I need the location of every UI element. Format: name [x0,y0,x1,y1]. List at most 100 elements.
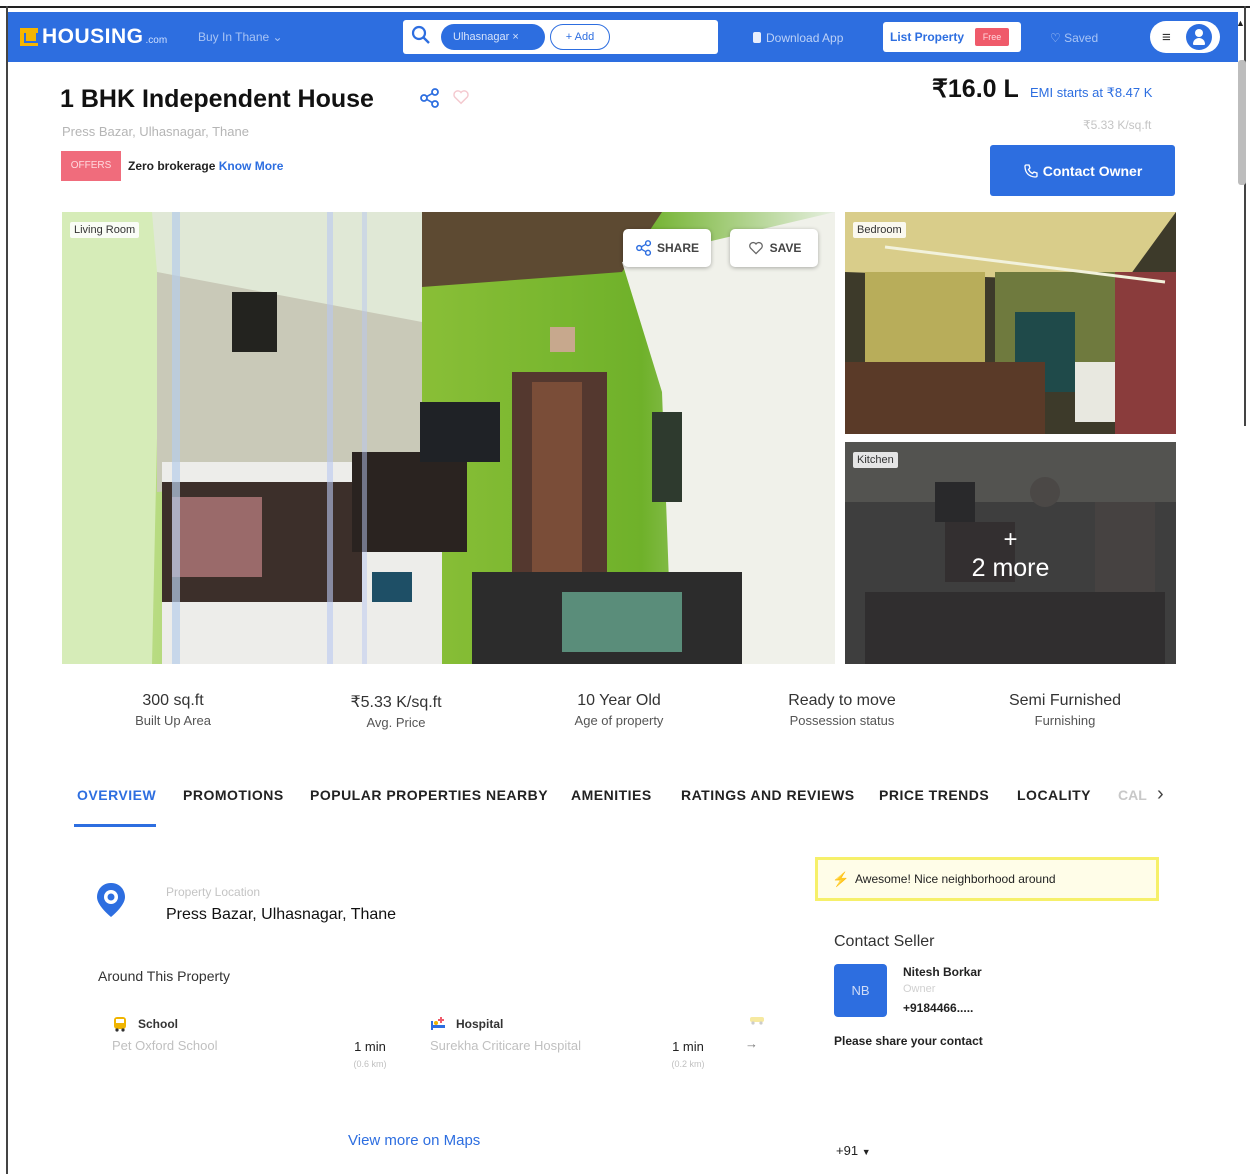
stat-value: ₹5.33 K/sq.ft [350,694,442,711]
tab-promotions[interactable]: PROMOTIONS [183,787,284,803]
hamburger-menu-icon[interactable]: ≡ [1162,29,1171,46]
stat-label: Built Up Area [135,713,211,728]
stat-built-up-area: 300 sq.ft Built Up Area [63,692,283,728]
offers-badge: OFFERS [61,151,121,181]
tab-amenities[interactable]: AMENITIES [571,787,652,803]
view-more-on-maps-link[interactable]: View more on Maps [348,1132,480,1149]
stat-value: 10 Year Old [577,692,661,709]
logo-text: HOUSING [42,25,144,48]
save-photo-label: SAVE [769,241,802,255]
hospital-bed-icon [431,1017,445,1030]
user-avatar-icon[interactable] [1186,24,1212,50]
emi-info[interactable]: EMI starts at ₹8.47 K [1030,85,1152,101]
buy-in-city-dropdown[interactable]: Buy In Thane ⌄ [198,30,283,44]
next-places-arrow-icon[interactable]: → [745,1036,758,1051]
country-code-select[interactable]: +91 ▼ [836,1143,871,1158]
stat-age-of-property: 10 Year Old Age of property [509,692,729,728]
saved-label: Saved [1064,31,1099,45]
property-sublocation: Press Bazar, Ulhasnagar, Thane [62,124,249,139]
living-room-label: Living Room [70,222,140,238]
property-price: ₹16.0 L [932,75,1019,103]
contact-owner-button[interactable]: Contact Owner [990,145,1175,196]
more-photos-overlay[interactable]: + 2 more [845,442,1176,664]
property-location-label: Property Location [166,885,261,899]
kitchen-label: Kitchen [853,452,898,468]
location-pin-icon [97,883,125,917]
neighborhood-text: Awesome! Nice neighborhood around [855,872,1056,886]
list-property-button[interactable]: List Property Free [883,22,1021,52]
tab-locality[interactable]: LOCALITY [1017,787,1091,803]
place-name: Surekha Criticare Hospital [430,1038,582,1053]
more-photos-count: 2 more [971,554,1050,582]
city-chip[interactable]: Ulhasnagar × [441,24,545,50]
side-photo-bedroom[interactable]: Bedroom [845,212,1176,434]
stat-value: 300 sq.ft [142,692,204,709]
main-photo-living-room[interactable]: Living Room SHARE SAVE [62,212,835,664]
share-contact-prompt: Please share your contact [834,1034,983,1048]
offers-text: Zero brokerage Know More [128,159,283,173]
logo-house-icon [20,28,38,46]
saved-link[interactable]: ♡ Saved [1050,31,1098,45]
phone-device-icon [753,32,761,43]
search-icon[interactable] [411,25,431,45]
list-property-label: List Property [890,30,965,44]
place-category-label: School [138,1017,179,1031]
property-location-value: Press Bazar, Ulhasnagar, Thane [166,906,397,923]
stat-possession-status: Ready to move Possession status [732,692,952,728]
zero-brokerage-text: Zero brokerage [128,159,216,173]
seller-name: Nitesh Borkar [903,965,982,979]
bedroom-label: Bedroom [853,222,906,238]
seller-phone: +9184466..... [903,1001,974,1015]
place-category-hospital: Hospital [430,1016,503,1032]
share-icon[interactable] [420,88,440,108]
school-bus-icon [114,1017,126,1032]
stat-label: Avg. Price [366,715,426,730]
phone-icon [1024,163,1038,178]
share-icon [636,240,652,256]
chevron-right-icon[interactable]: › [1157,783,1164,806]
search-bar[interactable]: Ulhasnagar × + Add [403,20,718,54]
stat-avg-price: ₹5.33 K/sq.ft Avg. Price [286,692,506,730]
stat-label: Age of property [574,713,664,728]
heart-icon: ♡ [1050,31,1065,45]
city-chip-label: Ulhasnagar [453,31,510,43]
place-distance: (0.6 km) [353,1059,387,1069]
place-category-school: School [112,1016,178,1032]
save-photo-button[interactable]: SAVE [730,229,818,267]
tab-price-trends[interactable]: PRICE TRENDS [879,787,989,803]
bedroom-photo [845,212,1176,434]
favorite-heart-icon[interactable] [452,88,470,106]
contact-seller-heading: Contact Seller [834,933,935,950]
stat-furnishing: Semi Furnished Furnishing [955,692,1175,728]
account-menu-button[interactable]: ≡ [1150,21,1220,53]
add-location-chip[interactable]: + Add [550,24,610,50]
around-this-property-heading: Around This Property [98,968,231,984]
download-app-link[interactable]: Download App [753,31,843,45]
download-app-label: Download App [766,31,844,45]
housing-logo[interactable]: HOUSING .com [20,25,167,49]
place-travel-time: 1 min [672,1039,704,1054]
neighborhood-highlight-banner: ⚡ Awesome! Nice neighborhood around [815,857,1159,901]
share-photo-label: SHARE [656,241,699,255]
stat-value: Ready to move [788,692,896,709]
price-per-sqft: ₹5.33 K/sq.ft [1083,118,1152,132]
free-badge: Free [975,28,1009,46]
frame-left-border [6,6,8,1174]
tab-popular-properties-nearby[interactable]: POPULAR PROPERTIES NEARBY [310,787,548,803]
tab-calculator-partial[interactable]: CAL [1118,787,1147,803]
car-icon [750,1017,764,1025]
place-name: Pet Oxford School [112,1038,218,1053]
tab-overview[interactable]: OVERVIEW [77,787,156,803]
know-more-link[interactable]: Know More [219,159,284,173]
seller-role: Owner [903,983,936,995]
scrollbar-thumb[interactable] [1238,60,1246,185]
close-icon[interactable]: × [512,31,518,43]
caret-down-icon: ▼ [861,1147,871,1157]
share-photo-button[interactable]: SHARE [623,229,711,267]
plus-icon: + [1003,526,1018,553]
seller-avatar: NB [834,964,887,1017]
tab-ratings-and-reviews[interactable]: RATINGS AND REVIEWS [681,787,855,803]
side-photo-kitchen[interactable]: + 2 more Kitchen [845,442,1176,664]
country-code-value: +91 [836,1143,859,1158]
property-title: 1 BHK Independent House [60,85,374,113]
